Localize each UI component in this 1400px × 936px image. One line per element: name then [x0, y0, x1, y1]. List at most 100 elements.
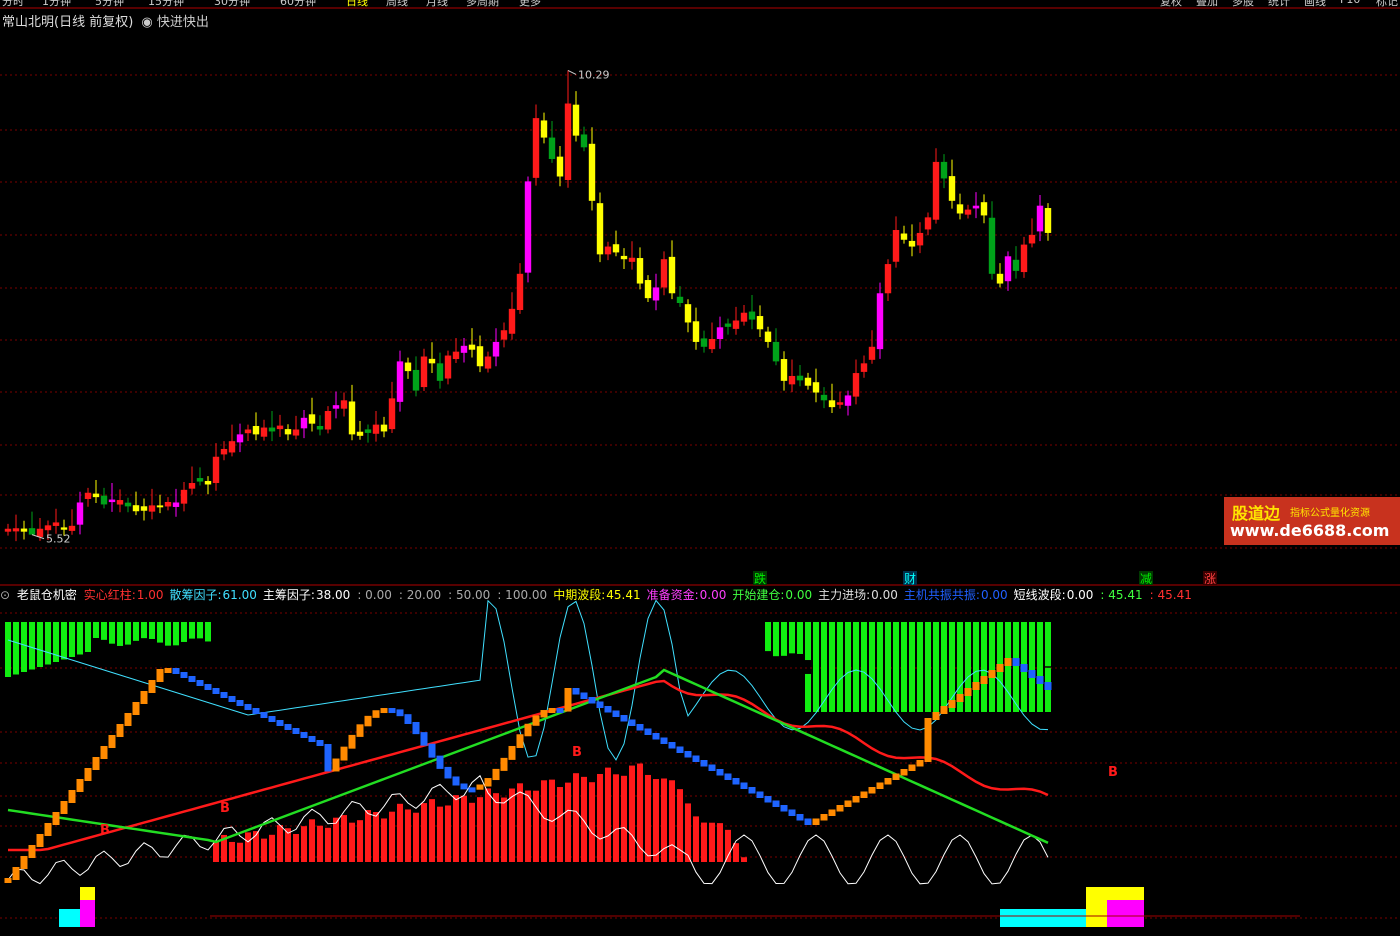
stepped-wave-block: [516, 734, 524, 748]
stepped-wave-block: [932, 712, 940, 720]
red-histogram-bar: [461, 795, 467, 862]
indicator-name[interactable]: 老鼠仓机密: [17, 588, 77, 602]
red-histogram-bar: [517, 783, 523, 862]
red-histogram-bar: [661, 778, 667, 862]
event-marker-label: 跌: [754, 571, 766, 586]
candle-body: [276, 425, 284, 430]
param-value: 61.00: [222, 588, 257, 602]
green-histogram-bar: [21, 622, 27, 672]
stepped-wave-block: [668, 742, 676, 749]
green-histogram-bar: [77, 622, 83, 655]
candle-body: [324, 411, 332, 430]
green-histogram-bar: [973, 638, 979, 712]
param-value: 0.00: [699, 588, 727, 602]
indicator-param: 散筹因子:61.00: [170, 588, 260, 602]
red-histogram-bar: [485, 788, 491, 862]
stepped-wave-block: [156, 669, 164, 682]
price-chart[interactable]: 10.29 5.52 跌 财 减 涨 B B B B: [0, 0, 1400, 936]
green-histogram-bar: [197, 622, 203, 639]
red-histogram-bar: [325, 827, 331, 862]
indicator-param: 实心红柱:1.00: [84, 588, 167, 602]
candle-body: [52, 522, 60, 526]
green-histogram-bar: [989, 649, 995, 712]
green-histogram-bar: [133, 622, 139, 641]
green-histogram-bar: [1037, 660, 1043, 712]
red-histogram-bar: [597, 773, 603, 862]
param-value: 45.41: [606, 588, 641, 602]
stepped-wave-block: [956, 694, 964, 702]
signal-block: [59, 909, 81, 927]
red-histogram-bar: [533, 790, 539, 862]
green-histogram-bar: [805, 622, 811, 661]
stepped-wave-block: [388, 708, 396, 714]
green-histogram-bar: [1021, 648, 1027, 712]
candle-body: [188, 483, 196, 489]
candle-body: [708, 339, 716, 350]
red-histogram-bar: [725, 829, 731, 862]
green-histogram-bar: [93, 622, 99, 639]
candle-body: [68, 525, 76, 531]
candle-body: [28, 528, 36, 535]
candle-body: [84, 492, 92, 499]
grid: [0, 74, 1400, 919]
candle-body: [988, 217, 996, 274]
candle-body: [396, 361, 404, 402]
param-value: : 0.00: [357, 588, 392, 602]
indicator-param: 主力进场:0.00: [818, 588, 901, 602]
stepped-wave-block: [612, 710, 620, 717]
param-value: : 20.00: [398, 588, 442, 602]
stepped-wave-block: [404, 714, 412, 724]
stepped-wave-block: [284, 724, 292, 730]
candle-body: [972, 205, 980, 209]
stepped-wave-block: [564, 688, 572, 712]
red-histogram-bar: [405, 809, 411, 862]
buy-signal-b: B: [220, 801, 230, 816]
red-histogram-bar: [445, 805, 451, 862]
candle-body: [612, 244, 620, 253]
red-histogram-bar: [541, 780, 547, 862]
candle-body: [692, 321, 700, 342]
stepped-wave-block: [172, 668, 180, 674]
candle-body: [748, 311, 756, 320]
stepped-wave-block: [260, 712, 268, 718]
param-label: 散筹因子:: [169, 588, 222, 602]
candle-body: [484, 356, 492, 369]
event-marker: 减: [1139, 571, 1153, 586]
candle-body: [140, 506, 148, 511]
stepped-wave-block: [524, 723, 532, 737]
param-value: 0.00: [785, 588, 813, 602]
candle-body: [476, 346, 484, 367]
candle-body: [348, 401, 356, 435]
stepped-wave-block: [436, 755, 444, 769]
red-histogram-bar: [629, 765, 635, 862]
green-histogram-bar: [773, 622, 779, 657]
stepped-wave-block: [292, 728, 300, 734]
stepped-wave-block: [740, 782, 748, 789]
stepped-wave-block: [908, 764, 916, 771]
stepped-wave-block: [52, 812, 60, 825]
red-histogram-bar: [477, 797, 483, 862]
red-histogram-bar: [573, 773, 579, 862]
stepped-wave-block: [748, 787, 756, 794]
stepped-wave-block: [92, 757, 100, 770]
red-histogram-bar: [669, 780, 675, 862]
candle-body: [76, 502, 84, 525]
stepped-wave-block: [652, 733, 660, 740]
indicator-param: 主筹因子:38.00: [263, 588, 353, 602]
candle-body: [676, 296, 684, 303]
green-histogram-bar: [813, 665, 819, 712]
stepped-wave-block: [556, 708, 564, 714]
candle-body: [420, 356, 428, 388]
candle-body: [220, 448, 228, 455]
candle-body: [756, 316, 764, 330]
indicator-param: 短线波段:0.00: [1014, 588, 1097, 602]
candle-body: [628, 257, 636, 262]
red-histogram-bar: [269, 834, 275, 862]
stepped-wave-block: [228, 696, 236, 702]
stepped-wave-block: [644, 728, 652, 735]
red-histogram-bar: [293, 833, 299, 862]
candle-body: [1028, 234, 1036, 244]
candle-body: [4, 528, 12, 532]
collapse-icon[interactable]: ⊙: [0, 588, 10, 602]
stepped-wave-block: [884, 778, 892, 785]
